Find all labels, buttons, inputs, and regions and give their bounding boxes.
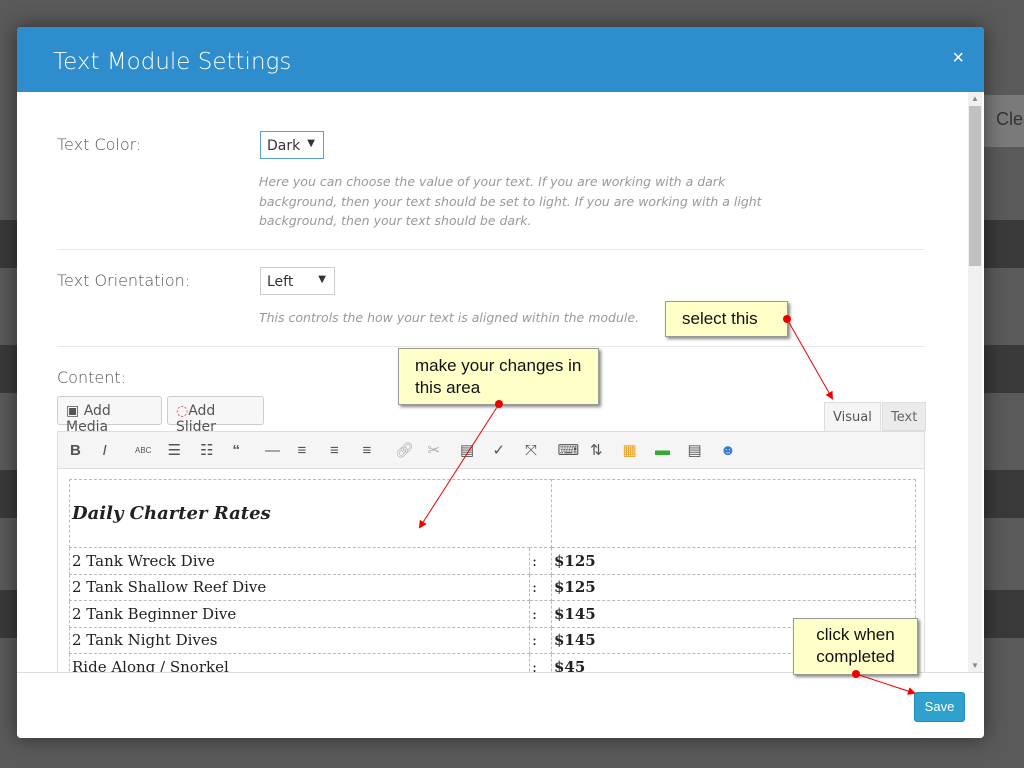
dropdown-arrow-icon: ▼ bbox=[307, 138, 315, 149]
blockquote-icon[interactable]: “ bbox=[233, 442, 266, 459]
scrollbar[interactable]: ▲ ▼ bbox=[968, 92, 982, 672]
tab-visual[interactable]: Visual bbox=[824, 402, 881, 431]
table-row: 2 Tank Shallow Reef Dive: $125 bbox=[69, 573, 916, 601]
horizontal-line-icon[interactable]: — bbox=[265, 442, 298, 459]
scroll-down-icon[interactable]: ▼ bbox=[971, 661, 979, 670]
table-row: Ride Along / Snorkel: $45 bbox=[69, 653, 916, 672]
align-right-icon[interactable]: ≡ bbox=[363, 442, 396, 459]
user-icon[interactable]: ☻ bbox=[720, 442, 753, 459]
clipboard-icon[interactable]: ▤ bbox=[688, 441, 721, 459]
text-orientation-select[interactable]: Left ▼ bbox=[260, 267, 335, 295]
unlink-icon[interactable]: ✂ bbox=[428, 441, 461, 459]
strikethrough-icon[interactable]: ABC bbox=[135, 446, 168, 455]
row-price: $125 bbox=[551, 573, 916, 601]
tab-text[interactable]: Text bbox=[882, 402, 927, 431]
shortcodes-icon[interactable]: ▦ bbox=[623, 441, 656, 459]
content-label: Content: bbox=[57, 368, 127, 387]
text-color-select[interactable]: Dark ▼ bbox=[260, 131, 324, 159]
keyboard-icon[interactable]: ⌨ bbox=[558, 441, 591, 459]
row-sep: : bbox=[529, 626, 552, 654]
text-color-label: Text Color: bbox=[57, 135, 142, 154]
callout-click-completed: click when completed bbox=[793, 618, 918, 675]
save-button[interactable]: Save bbox=[914, 692, 965, 722]
spellcheck-icon[interactable]: ✓ bbox=[493, 441, 526, 459]
callout-make-changes: make your changes in this area bbox=[398, 348, 599, 405]
callout-select-this: select this bbox=[665, 301, 788, 337]
layout-icon[interactable]: ▬ bbox=[655, 442, 688, 459]
numbered-list-icon[interactable]: ☷ bbox=[200, 441, 233, 459]
row-sep: : bbox=[529, 600, 552, 628]
row-sep: : bbox=[529, 653, 552, 672]
read-more-icon[interactable]: ▤ bbox=[460, 441, 493, 459]
row-price: $125 bbox=[551, 547, 916, 575]
italic-icon[interactable]: I bbox=[103, 442, 136, 459]
scrollbar-thumb[interactable] bbox=[969, 106, 981, 266]
toolbar-toggle-icon[interactable]: ⇅ bbox=[590, 441, 623, 459]
row-item: 2 Tank Shallow Reef Dive bbox=[69, 573, 530, 601]
table-row: 2 Tank Wreck Dive: $125 bbox=[69, 547, 916, 575]
modal-title: Text Module Settings bbox=[53, 49, 292, 75]
fullscreen-icon[interactable]: ⤧ bbox=[525, 442, 558, 459]
table-heading: Daily Charter Rates bbox=[69, 479, 552, 548]
divider bbox=[57, 249, 925, 250]
bullet-list-icon[interactable]: ☰ bbox=[168, 441, 201, 459]
editor-toolbar: B I ABC ☰ ☷ “ — ≡ ≡ ≡ 🔗︎ ✂ ▤ ✓ ⤧ ⌨ ⇅ ▦ ▬… bbox=[57, 431, 925, 469]
row-item: 2 Tank Night Dives bbox=[69, 626, 530, 654]
divider bbox=[57, 346, 925, 347]
row-sep: : bbox=[529, 547, 552, 575]
align-center-icon[interactable]: ≡ bbox=[330, 442, 363, 459]
link-icon[interactable]: 🔗︎ bbox=[395, 441, 428, 459]
close-icon[interactable]: × bbox=[952, 47, 964, 70]
dropdown-arrow-icon: ▼ bbox=[318, 274, 326, 285]
row-item: 2 Tank Beginner Dive bbox=[69, 600, 530, 628]
add-slider-button[interactable]: ◌Add Slider bbox=[167, 396, 264, 435]
bold-icon[interactable]: B bbox=[70, 442, 103, 459]
text-color-value: Dark bbox=[267, 138, 301, 154]
table-row: 2 Tank Beginner Dive: $145 bbox=[69, 600, 916, 628]
modal-footer: Save bbox=[17, 672, 984, 738]
scroll-up-icon[interactable]: ▲ bbox=[971, 94, 979, 103]
media-icon: ▣ bbox=[66, 403, 84, 419]
row-item: Ride Along / Snorkel bbox=[69, 653, 530, 672]
row-item: 2 Tank Wreck Dive bbox=[69, 547, 530, 575]
align-left-icon[interactable]: ≡ bbox=[298, 442, 331, 459]
text-orientation-value: Left bbox=[267, 274, 294, 290]
background-clear-button: Clea bbox=[984, 95, 1024, 147]
add-media-button[interactable]: ▣ Add Media bbox=[57, 396, 162, 435]
text-orientation-label: Text Orientation: bbox=[57, 271, 191, 290]
rates-table: Daily Charter Rates 2 Tank Wreck Dive: $1… bbox=[69, 479, 916, 672]
text-color-description: Here you can choose the value of your te… bbox=[259, 174, 762, 228]
row-sep: : bbox=[529, 573, 552, 601]
modal-header: Text Module Settings × bbox=[17, 27, 984, 92]
slider-icon: ◌ bbox=[176, 403, 189, 419]
table-row: 2 Tank Night Dives: $145 bbox=[69, 626, 916, 654]
